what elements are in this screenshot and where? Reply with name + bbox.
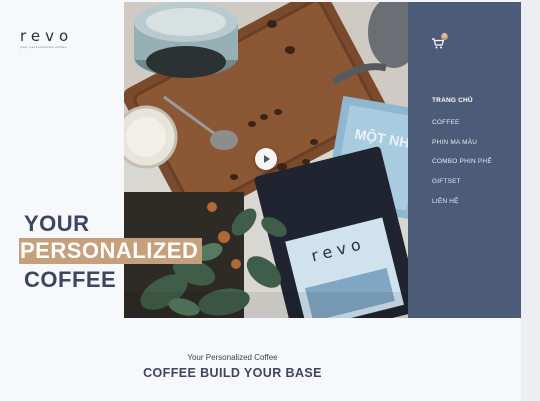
page-scrollbar[interactable] <box>521 0 540 401</box>
logo-tagline: your personalized coffee <box>20 45 68 49</box>
brand-logo[interactable]: revo your personalized coffee <box>20 27 74 50</box>
hero-headline-line3: COFFEE <box>24 267 117 292</box>
nav-item-home[interactable]: TRANG CHỦ <box>432 97 473 104</box>
section-caption: Your Personalized Coffee <box>187 353 278 362</box>
play-icon <box>264 155 270 163</box>
logo-wordmark: revo <box>20 27 74 45</box>
section-title: COFFEE BUILD YOUR BASE <box>143 366 322 380</box>
hero-headline-line1: YOUR <box>24 211 90 236</box>
side-navigation: 0 TRANG CHỦ COFFEE PHIN MA MÀU COMBO PHI… <box>408 2 521 318</box>
nav-item-coffee[interactable]: COFFEE <box>432 119 460 126</box>
cart-button[interactable]: 0 <box>432 33 448 50</box>
nav-item-phin-ma-mau[interactable]: PHIN MA MÀU <box>432 139 477 146</box>
hero-headline-line2: PERSONALIZED <box>19 238 203 264</box>
nav-item-contact[interactable]: LIÊN HỆ <box>432 198 459 205</box>
play-video-button[interactable] <box>255 148 277 170</box>
page: revo your personalized coffee MỘT NHÌN r… <box>0 0 521 401</box>
cart-count-badge: 0 <box>441 33 448 40</box>
nav-item-combo-phin[interactable]: COMBO PHIN PHỂ <box>432 158 492 165</box>
nav-item-giftset[interactable]: GIFTSET <box>432 178 461 185</box>
